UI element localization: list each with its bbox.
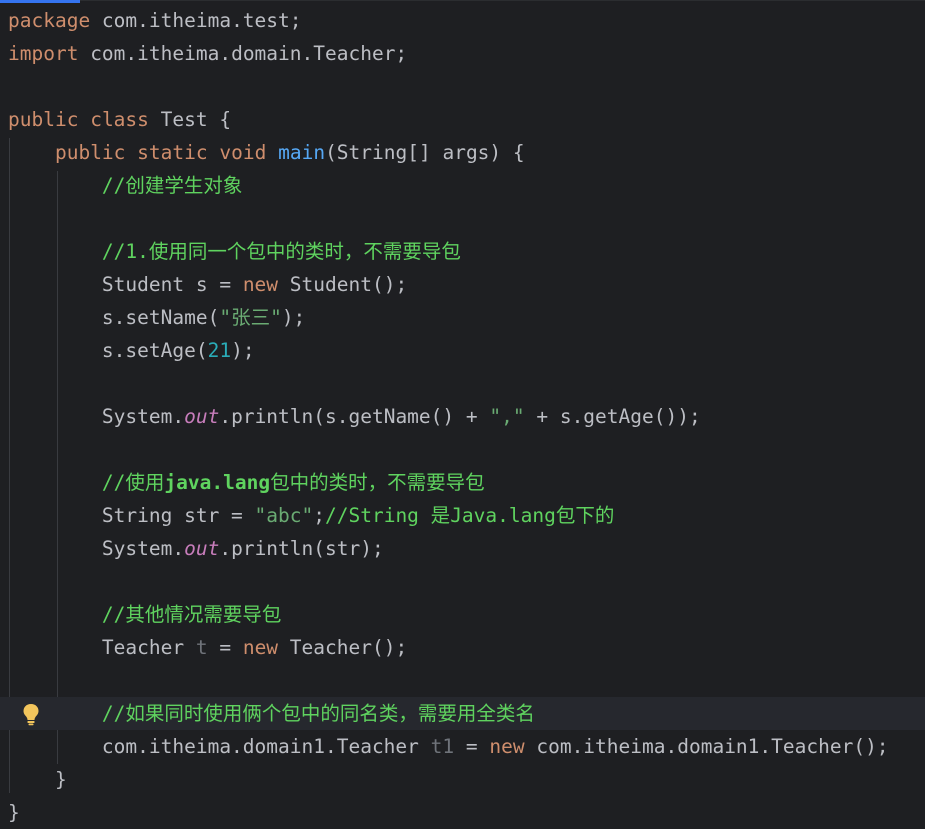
comment: //使用 [101,471,165,494]
string-literal: "张三" [219,306,282,329]
code-text: com.itheima.test; [90,9,302,32]
keyword: import [8,42,79,65]
code-text: .println(s.getName() + [219,405,490,428]
keyword: class [90,108,149,131]
comment: //其他情况需要导包 [101,603,282,626]
keyword: void [219,141,267,164]
comment: // [325,504,349,527]
number-literal: 21 [207,339,232,362]
code-text: } [8,801,20,824]
code-text: Test { [148,108,232,131]
comment: //如果同时使用俩个包中的同名类，需要用全类名 [101,702,535,725]
code-line-8: //1.使用同一个包中的类时，不需要导包 [8,235,461,268]
string-literal: "," [489,405,525,428]
code-text: .println(str); [219,537,384,560]
comment: 包中的类时，不需要导包 [270,471,485,494]
comment-code-ref: String [348,504,419,527]
comment-code-ref: java.lang [164,471,271,494]
code-text: + s.getAge()); [524,405,701,428]
code-line-6: //创建学生对象 [8,169,242,202]
comment: //1.使用同一个包中的类时，不需要导包 [101,240,461,263]
code-text: s.setAge( [101,339,208,362]
code-text: Teacher [101,636,196,659]
keyword: public [54,141,126,164]
keyword: new [242,636,279,659]
code-text: s.setName( [101,306,220,329]
comment: 包下的 [555,504,615,527]
code-line-4: public class Test { [8,103,231,136]
code-text: System. [101,405,185,428]
method-name: main [278,141,326,164]
code-line-25: } [8,796,20,829]
code-text: com.itheima.domain.Teacher; [78,42,408,65]
comment-code-ref: Java.lang [450,504,556,527]
code-line-23: com.itheima.domain1.Teacher t1 = new com… [8,730,889,763]
code-line-13: System.out.println(s.getName() + "," + s… [8,400,701,433]
code-text: (String[] args) { [325,141,525,164]
static-field: out [184,405,220,428]
unused-variable: t1 [430,735,455,758]
code-text: ); [281,306,306,329]
code-text: ); [231,339,255,362]
lightbulb-icon-graphic [23,704,39,726]
code-editor[interactable]: package com.itheima.test; import com.ith… [0,0,925,829]
static-field: out [184,537,220,560]
code-text: ; [313,504,325,527]
keyword: package [8,9,91,32]
code-line-24: } [8,763,67,796]
code-line-15: //使用java.lang包中的类时，不需要导包 [8,466,485,499]
comment: 是 [418,504,451,527]
code-text: String str = [101,504,255,527]
keyword: public [8,108,79,131]
code-text: Teacher(); [278,636,408,659]
code-line-1: package com.itheima.test; [8,4,302,37]
code-line-11: s.setAge(21); [8,334,255,367]
code-text: } [54,768,67,791]
comment: //创建学生对象 [101,174,243,197]
lightbulb-icon[interactable] [20,702,42,726]
keyword: static [137,141,208,164]
code-line-10: s.setName("张三"); [8,301,305,334]
code-text: System. [101,537,185,560]
code-text: = [454,735,490,758]
code-line-16: String str = "abc";//String 是Java.lang包下… [8,499,614,532]
string-literal: "abc" [254,504,314,527]
unused-variable: t [195,636,208,659]
code-text: Student s = [101,273,243,296]
code-line-19: //其他情况需要导包 [8,598,281,631]
code-line-9: Student s = new Student(); [8,268,407,301]
code-line-22-current[interactable]: //如果同时使用俩个包中的同名类，需要用全类名 [0,697,925,730]
keyword: new [489,735,525,758]
code-line-5: public static void main(String[] args) { [8,136,525,169]
code-line-20: Teacher t = new Teacher(); [8,631,407,664]
code-text: Student(); [278,273,408,296]
code-text: = [207,636,243,659]
code-text: com.itheima.domain1.Teacher [101,735,431,758]
code-line-2: import com.itheima.domain.Teacher; [8,37,407,70]
keyword: new [242,273,279,296]
code-text: com.itheima.domain1.Teacher(); [524,735,889,758]
code-line-17: System.out.println(str); [8,532,384,565]
